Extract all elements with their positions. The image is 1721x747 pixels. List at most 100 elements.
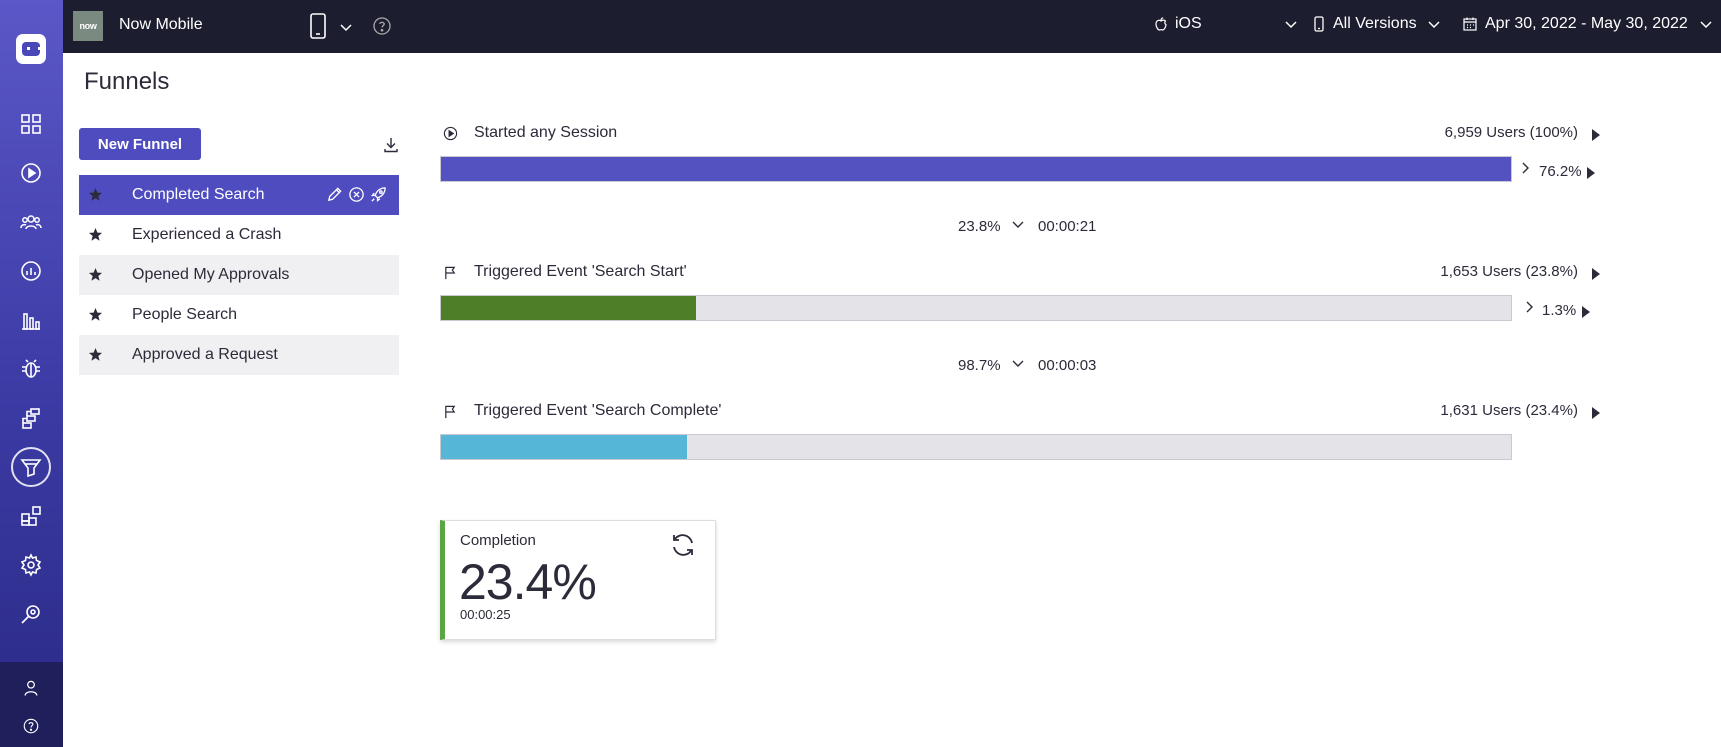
step-conversion: 76.2% xyxy=(1539,163,1582,180)
expand-play-icon[interactable] xyxy=(1592,268,1600,280)
completion-value: 23.4% xyxy=(459,554,597,610)
chevron-right-icon xyxy=(1522,162,1529,174)
star-icon[interactable] xyxy=(88,227,103,242)
star-icon[interactable] xyxy=(88,187,103,202)
completion-card: Completion 23.4% 00:00:25 xyxy=(440,520,716,640)
nav-inspect[interactable] xyxy=(11,594,51,634)
nav-reports[interactable] xyxy=(11,300,51,340)
funnel-item-completed-search[interactable]: Completed Search xyxy=(79,175,399,215)
nav-crashes[interactable] xyxy=(11,349,51,389)
nav-widgets[interactable] xyxy=(11,496,51,536)
chevron-down-icon xyxy=(1428,21,1440,29)
step-users[interactable]: 1,631 Users (23.4%) xyxy=(1440,402,1578,419)
completion-time: 00:00:25 xyxy=(460,607,511,622)
nav-help[interactable] xyxy=(11,706,51,746)
version-selector[interactable]: All Versions xyxy=(1311,15,1441,33)
date-range-label: Apr 30, 2022 - May 30, 2022 xyxy=(1485,15,1688,32)
step-users[interactable]: 6,959 Users (100%) xyxy=(1445,124,1578,141)
step-name: Triggered Event 'Search Complete' xyxy=(474,402,722,419)
event-flag-icon xyxy=(445,405,456,419)
funnel-item-label: Opened My Approvals xyxy=(132,266,290,283)
step-users[interactable]: 1,653 Users (23.8%) xyxy=(1440,263,1578,280)
funnel-list: Completed Search Experienced a Crash Ope… xyxy=(79,175,399,375)
help-circle-icon[interactable] xyxy=(372,16,392,36)
rail-bottom-section xyxy=(0,662,63,747)
expand-play-icon[interactable] xyxy=(1582,306,1590,318)
platform-selector[interactable]: iOS xyxy=(1153,15,1298,33)
funnel-item-experienced-a-crash[interactable]: Experienced a Crash xyxy=(79,215,399,255)
left-nav-rail xyxy=(0,0,63,747)
step-bar-fill xyxy=(441,157,1511,181)
star-icon[interactable] xyxy=(88,347,103,362)
expand-play-icon[interactable] xyxy=(1592,407,1600,419)
star-icon[interactable] xyxy=(88,307,103,322)
funnel-item-people-search[interactable]: People Search xyxy=(79,295,399,335)
chevron-down-icon xyxy=(1012,221,1024,228)
edit-pencil-icon[interactable] xyxy=(326,186,343,203)
profile-icon xyxy=(24,680,38,696)
transition-percent: 23.8% xyxy=(958,218,1001,235)
nav-dashboard[interactable] xyxy=(11,104,51,144)
star-icon[interactable] xyxy=(88,267,103,282)
mobile-device-icon xyxy=(1314,16,1324,32)
nav-users[interactable] xyxy=(11,202,51,242)
funnel-item-label: Approved a Request xyxy=(132,346,278,363)
users-icon xyxy=(20,215,42,230)
product-logo-icon[interactable] xyxy=(16,34,46,64)
nav-analytics[interactable] xyxy=(11,251,51,291)
chevron-right-icon xyxy=(1526,301,1533,313)
funnel-step-1: Started any Session 6,959 Users (100%) 7… xyxy=(440,123,1600,182)
app-name[interactable]: Now Mobile xyxy=(119,16,203,34)
step-conversion: 1.3% xyxy=(1542,302,1577,319)
step-bar-fill xyxy=(441,435,688,459)
nav-sessions[interactable] xyxy=(11,153,51,193)
step-bar-track xyxy=(440,295,1512,321)
nav-funnels[interactable] xyxy=(11,447,51,487)
apple-icon xyxy=(1155,17,1167,31)
page-title: Funnels xyxy=(84,68,170,95)
step-name: Triggered Event 'Search Start' xyxy=(474,263,687,280)
step-bar-fill xyxy=(441,296,696,320)
chevron-down-icon[interactable] xyxy=(339,20,353,34)
funnel-item-label: People Search xyxy=(132,306,237,323)
funnel-item-label: Completed Search xyxy=(132,186,265,203)
flows-icon xyxy=(22,408,40,429)
chevron-down-icon xyxy=(1012,360,1024,367)
step-bar-track xyxy=(440,434,1512,460)
nav-profile[interactable] xyxy=(11,668,51,708)
app-root: now Now Mobile iOS All Versions Apr 30, … xyxy=(0,0,1721,747)
funnel-step-2: Triggered Event 'Search Start' 1,653 Use… xyxy=(440,262,1600,321)
funnel-item-approved-a-request[interactable]: Approved a Request xyxy=(79,335,399,375)
calendar-icon xyxy=(1463,17,1477,31)
top-bar: now Now Mobile iOS All Versions Apr 30, … xyxy=(63,0,1721,53)
funnel-icon xyxy=(20,459,42,478)
refresh-icon[interactable] xyxy=(669,531,697,559)
bar-chart-icon xyxy=(22,313,40,330)
download-icon[interactable] xyxy=(382,136,400,154)
step-name: Started any Session xyxy=(474,124,618,141)
mobile-device-icon[interactable] xyxy=(307,12,329,40)
event-flag-icon xyxy=(445,266,456,280)
date-range-selector[interactable]: Apr 30, 2022 - May 30, 2022 xyxy=(1462,15,1713,33)
sessions-play-icon xyxy=(21,163,41,183)
versions-label: All Versions xyxy=(1333,15,1417,32)
dashboard-icon xyxy=(21,114,41,134)
rocket-icon[interactable] xyxy=(370,186,387,203)
settings-gear-icon xyxy=(20,553,42,577)
new-funnel-button[interactable]: New Funnel xyxy=(79,128,201,160)
chevron-down-icon xyxy=(1285,21,1297,29)
app-logo[interactable]: now xyxy=(73,11,103,41)
funnel-item-label: Experienced a Crash xyxy=(132,226,282,243)
funnel-step-3: Triggered Event 'Search Complete' 1,631 … xyxy=(440,401,1600,460)
delete-circle-x-icon[interactable] xyxy=(348,186,365,203)
nav-settings[interactable] xyxy=(11,545,51,585)
completion-title: Completion xyxy=(460,532,536,549)
expand-play-icon[interactable] xyxy=(1592,129,1600,141)
help-icon xyxy=(23,718,39,734)
session-play-icon xyxy=(443,126,458,141)
funnel-item-actions xyxy=(326,186,387,203)
expand-play-icon[interactable] xyxy=(1587,167,1595,179)
widgets-icon xyxy=(21,506,41,526)
funnel-item-opened-my-approvals[interactable]: Opened My Approvals xyxy=(79,255,399,295)
nav-flows[interactable] xyxy=(11,398,51,438)
